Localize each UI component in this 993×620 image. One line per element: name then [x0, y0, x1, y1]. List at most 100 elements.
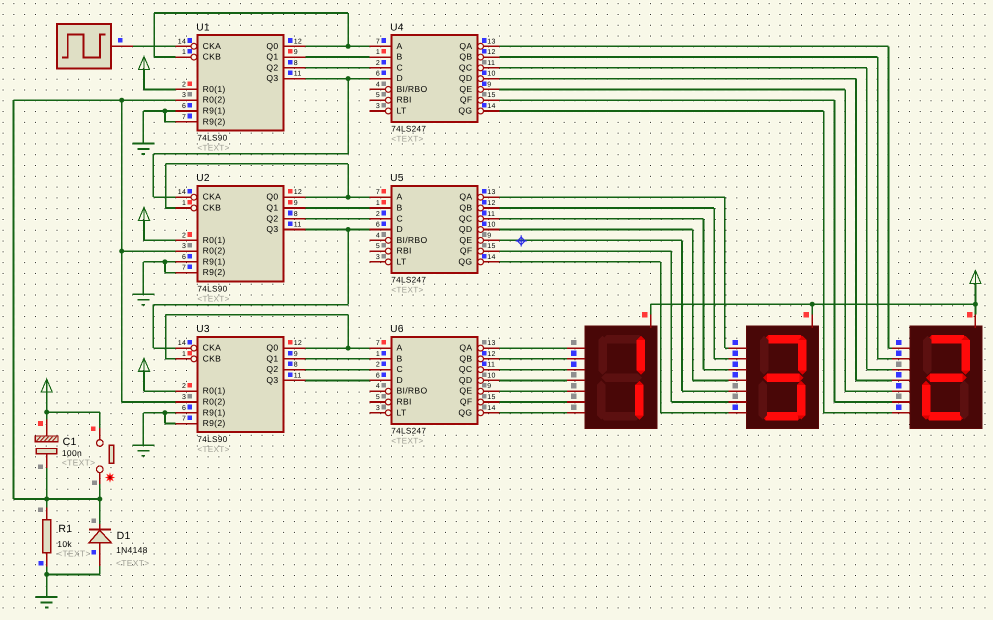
- svg-text:<TEXT>: <TEXT>: [57, 549, 90, 559]
- svg-text:CKB: CKB: [203, 353, 222, 363]
- svg-text:2: 2: [182, 232, 186, 239]
- svg-text:4: 4: [376, 81, 380, 88]
- svg-text:6: 6: [182, 254, 186, 261]
- svg-text:5: 5: [376, 394, 380, 401]
- svg-text:B: B: [397, 52, 403, 62]
- svg-text:1N4148: 1N4148: [116, 545, 148, 555]
- svg-text:QB: QB: [459, 202, 472, 212]
- svg-text:D: D: [397, 375, 404, 385]
- svg-text:R1: R1: [58, 523, 72, 535]
- svg-text:1: 1: [376, 351, 380, 358]
- svg-text:4: 4: [376, 383, 380, 390]
- svg-text:9: 9: [487, 81, 491, 88]
- svg-text:B: B: [397, 353, 403, 363]
- svg-text:11: 11: [294, 372, 302, 379]
- svg-text:12: 12: [487, 351, 495, 358]
- svg-text:QF: QF: [460, 397, 473, 407]
- svg-text:R9(2): R9(2): [203, 116, 226, 126]
- svg-text:11: 11: [487, 362, 495, 369]
- svg-text:12: 12: [294, 189, 302, 196]
- svg-text:QC: QC: [459, 364, 473, 374]
- svg-text:<TEXT>: <TEXT>: [197, 294, 229, 303]
- svg-text:R0(2): R0(2): [203, 246, 226, 256]
- svg-text:U4: U4: [390, 22, 404, 33]
- svg-text:LT: LT: [397, 256, 407, 266]
- svg-text:11: 11: [487, 60, 495, 67]
- svg-text:12: 12: [294, 38, 302, 45]
- svg-text:QA: QA: [459, 41, 472, 51]
- svg-text:12: 12: [487, 49, 495, 56]
- svg-text:QG: QG: [458, 105, 472, 115]
- svg-text:2: 2: [182, 81, 186, 88]
- svg-text:14: 14: [178, 38, 186, 45]
- svg-text:8: 8: [294, 211, 298, 218]
- svg-text:3: 3: [376, 103, 380, 110]
- svg-text:7: 7: [376, 189, 380, 196]
- svg-text:CKA: CKA: [203, 192, 222, 202]
- svg-text:QB: QB: [459, 52, 472, 62]
- svg-text:9: 9: [294, 200, 298, 207]
- svg-text:14: 14: [178, 189, 186, 196]
- svg-text:Q1: Q1: [266, 353, 278, 363]
- svg-text:RBI: RBI: [397, 246, 412, 256]
- svg-text:QG: QG: [458, 256, 472, 266]
- svg-text:R0(2): R0(2): [203, 397, 226, 407]
- svg-text:U5: U5: [390, 173, 404, 184]
- svg-text:R9(1): R9(1): [203, 105, 226, 115]
- svg-text:BI/RBO: BI/RBO: [397, 235, 428, 245]
- svg-text:BI/RBO: BI/RBO: [397, 84, 428, 94]
- svg-text:6: 6: [376, 372, 380, 379]
- svg-text:1: 1: [182, 200, 186, 207]
- svg-text:Q1: Q1: [266, 202, 278, 212]
- svg-text:U3: U3: [196, 324, 210, 335]
- svg-text:<TEXT>: <TEXT>: [197, 143, 229, 152]
- svg-text:10: 10: [487, 372, 495, 379]
- svg-text:7: 7: [182, 416, 186, 423]
- svg-text:9: 9: [294, 351, 298, 358]
- svg-text:U1: U1: [196, 22, 210, 33]
- svg-text:15: 15: [487, 92, 495, 99]
- svg-text:74LS90: 74LS90: [197, 435, 227, 444]
- svg-text:15: 15: [487, 394, 495, 401]
- svg-text:74LS247: 74LS247: [391, 275, 426, 284]
- svg-text:LT: LT: [397, 105, 407, 115]
- svg-text:CKA: CKA: [203, 41, 222, 51]
- svg-text:D1: D1: [117, 530, 131, 542]
- svg-text:Q3: Q3: [266, 73, 278, 83]
- svg-text:C1: C1: [63, 436, 77, 448]
- svg-text:Q2: Q2: [266, 62, 278, 72]
- svg-text:QF: QF: [460, 246, 473, 256]
- svg-text:R0(2): R0(2): [203, 95, 226, 105]
- svg-text:6: 6: [182, 405, 186, 412]
- svg-text:74LS90: 74LS90: [197, 284, 227, 293]
- svg-text:7: 7: [182, 114, 186, 121]
- svg-text:R0(1): R0(1): [203, 235, 226, 245]
- svg-text:14: 14: [487, 254, 495, 261]
- svg-text:<TEXT>: <TEXT>: [391, 436, 423, 445]
- svg-text:5: 5: [376, 92, 380, 99]
- svg-text:3: 3: [182, 394, 186, 401]
- svg-text:QD: QD: [459, 375, 473, 385]
- svg-text:CKB: CKB: [203, 202, 222, 212]
- svg-text:QA: QA: [459, 343, 472, 353]
- svg-text:C: C: [397, 364, 404, 374]
- svg-text:13: 13: [487, 189, 495, 196]
- svg-text:QC: QC: [459, 62, 473, 72]
- svg-text:<TEXT>: <TEXT>: [391, 285, 423, 294]
- svg-text:QF: QF: [460, 95, 473, 105]
- svg-text:10: 10: [487, 71, 495, 78]
- svg-text:A: A: [397, 41, 403, 51]
- svg-text:14: 14: [487, 405, 495, 412]
- svg-text:2: 2: [182, 383, 186, 390]
- svg-text:1: 1: [376, 49, 380, 56]
- svg-text:11: 11: [294, 222, 302, 229]
- svg-text:9: 9: [294, 49, 298, 56]
- svg-text:QG: QG: [458, 407, 472, 417]
- svg-text:1: 1: [182, 49, 186, 56]
- svg-text:RBI: RBI: [397, 397, 412, 407]
- svg-text:Q0: Q0: [266, 41, 278, 51]
- svg-text:8: 8: [294, 60, 298, 67]
- svg-text:2: 2: [376, 362, 380, 369]
- svg-text:B: B: [397, 202, 403, 212]
- svg-text:R9(1): R9(1): [203, 407, 226, 417]
